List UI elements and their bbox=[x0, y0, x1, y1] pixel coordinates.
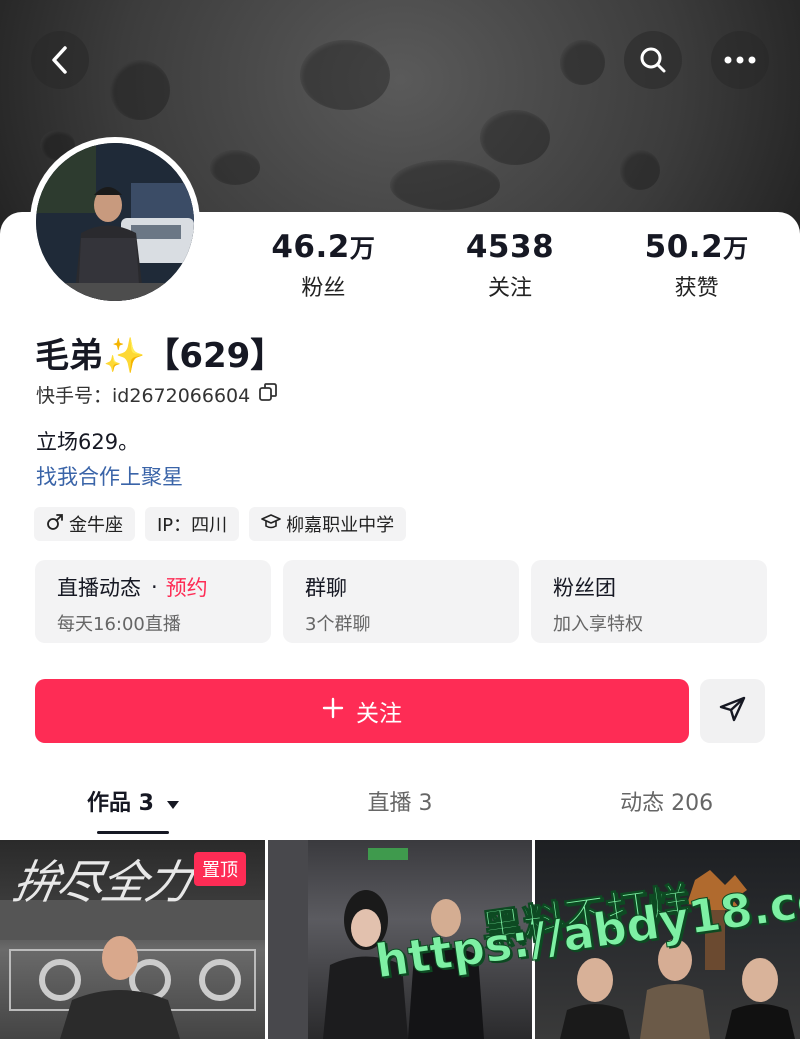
following-count: 4538 bbox=[465, 229, 555, 265]
tab-works-label: 作品 3 bbox=[87, 791, 154, 816]
profile-name: 毛弟✨【629】 bbox=[35, 336, 285, 376]
group-chat-card[interactable]: 群聊 3个群聊 bbox=[283, 560, 519, 643]
tag-school-text: 柳嘉职业中学 bbox=[286, 515, 395, 536]
tab-live-label: 直播 3 bbox=[367, 791, 433, 816]
more-button[interactable] bbox=[711, 31, 769, 89]
feature-cards: 直播动态 · 预约 每天16:00直播 群聊 3个群聊 粉丝团 加入享特权 bbox=[35, 560, 767, 643]
stat-following[interactable]: 4538 关注 bbox=[417, 228, 604, 302]
tab-moments[interactable]: 动态 206 bbox=[533, 778, 800, 834]
stat-followers[interactable]: 46.2万 粉丝 bbox=[230, 228, 417, 302]
follow-label: 关注 bbox=[356, 701, 402, 727]
tab-active-indicator bbox=[97, 831, 170, 834]
likes-count: 50.2 bbox=[644, 229, 724, 265]
video-thumb-1[interactable]: 拚尽全力 置顶 bbox=[0, 840, 265, 1039]
follow-button[interactable]: 关注 bbox=[35, 679, 689, 743]
live-reserve-link[interactable]: 预约 bbox=[166, 572, 208, 602]
tag-zodiac-text: 金牛座 bbox=[69, 515, 123, 536]
stat-likes[interactable]: 50.2万 获赞 bbox=[603, 228, 790, 302]
tab-live[interactable]: 直播 3 bbox=[267, 778, 534, 834]
user-id-value: id2672066604 bbox=[112, 385, 251, 407]
pinned-badge: 置顶 bbox=[194, 852, 246, 886]
copy-icon[interactable] bbox=[258, 382, 278, 407]
likes-label: 获赞 bbox=[674, 276, 719, 301]
tag-ip: IP：四川 bbox=[145, 507, 240, 541]
group-chat-sub: 3个群聊 bbox=[305, 614, 371, 635]
user-id-row: 快手号：id2672066604 bbox=[36, 381, 278, 408]
tab-works[interactable]: 作品 3 bbox=[0, 778, 267, 834]
cooperation-link[interactable]: 找我合作上聚星 bbox=[36, 461, 183, 491]
followers-count: 46.2 bbox=[271, 229, 350, 265]
profile-bio: 立场629。 bbox=[36, 430, 140, 454]
more-dots-icon bbox=[723, 55, 757, 65]
share-button[interactable] bbox=[700, 679, 765, 743]
followers-label: 粉丝 bbox=[301, 276, 346, 301]
stats-row: 46.2万 粉丝 4538 关注 50.2万 获赞 bbox=[230, 228, 790, 302]
tag-school[interactable]: 柳嘉职业中学 bbox=[249, 507, 407, 541]
content-tabs: 作品 3 直播 3 动态 206 bbox=[0, 778, 800, 834]
search-icon bbox=[638, 45, 668, 75]
profile-tags: 金牛座 IP：四川 柳嘉职业中学 bbox=[34, 507, 407, 541]
caret-down-icon bbox=[166, 778, 180, 830]
live-schedule-title: 直播动态 bbox=[57, 576, 141, 600]
avatar-photo bbox=[36, 143, 194, 301]
following-label: 关注 bbox=[488, 276, 533, 301]
video-thumb-1-title-art: 拚尽全力 bbox=[8, 855, 195, 909]
fan-club-card[interactable]: 粉丝团 加入享特权 bbox=[531, 560, 767, 643]
avatar[interactable] bbox=[30, 137, 200, 307]
plus-icon bbox=[322, 697, 344, 725]
user-id-label: 快手号： bbox=[36, 385, 113, 407]
live-schedule-card[interactable]: 直播动态 · 预约 每天16:00直播 bbox=[35, 560, 271, 643]
fan-club-title: 粉丝团 bbox=[553, 576, 616, 600]
search-button[interactable] bbox=[624, 31, 682, 89]
male-icon bbox=[46, 513, 64, 536]
school-icon bbox=[261, 513, 281, 536]
tag-zodiac: 金牛座 bbox=[34, 507, 135, 541]
tab-moments-label: 动态 206 bbox=[620, 791, 714, 816]
group-chat-title: 群聊 bbox=[305, 576, 347, 600]
send-icon bbox=[718, 694, 748, 728]
live-schedule-sub: 每天16:00直播 bbox=[57, 614, 181, 635]
live-schedule-dot: · bbox=[151, 575, 158, 599]
fan-club-sub: 加入享特权 bbox=[553, 614, 643, 635]
back-arrow-icon bbox=[49, 45, 71, 75]
back-button[interactable] bbox=[31, 31, 89, 89]
followers-unit: 万 bbox=[349, 234, 376, 263]
likes-unit: 万 bbox=[723, 234, 749, 263]
tag-ip-text: IP：四川 bbox=[157, 515, 228, 536]
